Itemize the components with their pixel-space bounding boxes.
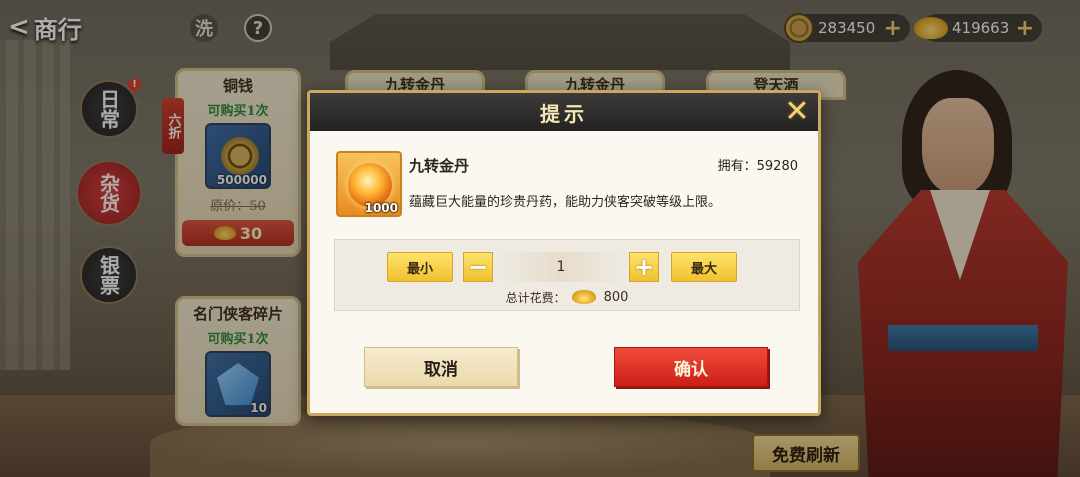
quantity-input[interactable]: 1 [495, 252, 627, 282]
close-icon[interactable]: ✕ [780, 95, 814, 129]
dialog-header: 提示 ✕ [310, 93, 818, 131]
purchase-dialog: 提示 ✕ 1000 九转金丹 拥有：59280 蕴藏巨大能量的珍贵丹药，能助力侠… [307, 90, 821, 416]
min-quantity-button[interactable]: 最小 [387, 252, 453, 282]
dialog-title: 提示 [540, 101, 588, 126]
quantity-panel: 最小 − 1 + 最大 总计花费： 800 [334, 239, 800, 311]
item-count: 1000 [364, 201, 398, 215]
item-name: 九转金丹 [409, 157, 470, 175]
total-cost-amount: 800 [603, 289, 629, 305]
total-cost-label: 总计花费： [505, 290, 566, 305]
confirm-button[interactable]: 确认 [614, 347, 768, 387]
increase-button[interactable]: + [629, 252, 659, 282]
gold-ingot-icon [571, 290, 596, 304]
total-cost: 总计花费： 800 [335, 287, 799, 307]
item-owned: 拥有：59280 [717, 159, 798, 174]
item-description: 蕴藏巨大能量的珍贵丹药，能助力侠客突破等级上限。 [409, 195, 722, 210]
elixir-item-icon: 1000 [336, 151, 402, 217]
max-quantity-button[interactable]: 最大 [671, 252, 737, 282]
decrease-button[interactable]: − [463, 252, 493, 282]
cancel-button[interactable]: 取消 [364, 347, 518, 387]
